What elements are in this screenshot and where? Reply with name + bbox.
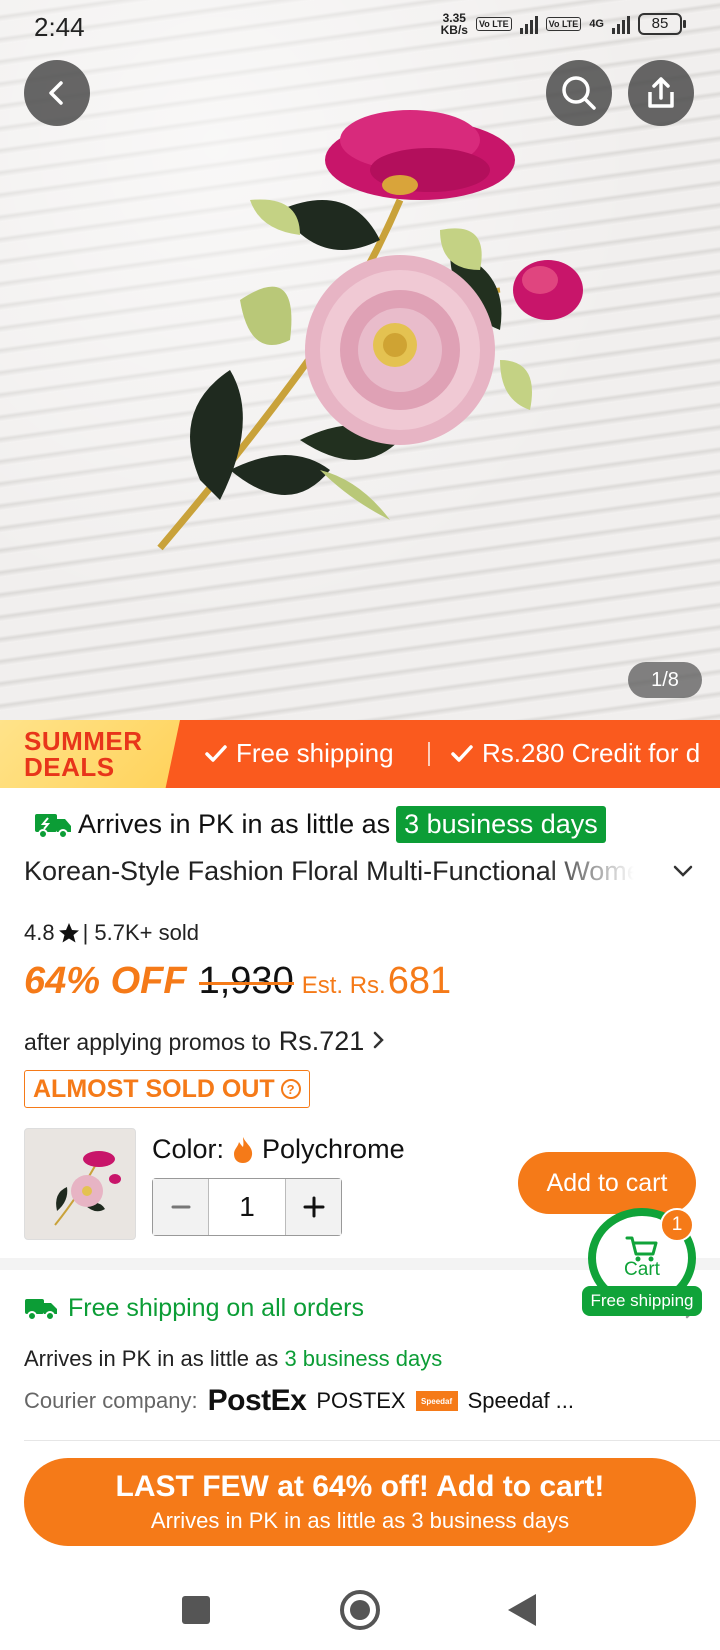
cart-count-badge: 1 bbox=[660, 1208, 694, 1242]
network-speed: 3.35 KB/s bbox=[440, 11, 468, 37]
battery-icon: 85 bbox=[638, 13, 686, 35]
banner-free-shipping: Free shipping bbox=[204, 738, 394, 769]
original-price: 1,930 bbox=[198, 960, 294, 1002]
rating-row[interactable]: 4.8 | 5.7K+ sold bbox=[24, 920, 199, 946]
back-triangle-icon[interactable] bbox=[508, 1594, 536, 1626]
postex-logo: PostEx bbox=[207, 1384, 307, 1417]
floral-brooch-thumbnail bbox=[54, 1151, 121, 1226]
cart-free-shipping: Free shipping bbox=[582, 1286, 702, 1316]
promo-banner[interactable]: SUMMER DEALS Free shipping Rs.280 Credit … bbox=[0, 720, 720, 788]
est-label: Est. Rs. bbox=[301, 972, 386, 999]
check-icon bbox=[451, 744, 473, 762]
banner-credit: Rs.280 Credit for d bbox=[450, 738, 700, 769]
variant-thumbnail[interactable] bbox=[24, 1128, 136, 1240]
delivery-truck-icon bbox=[35, 813, 71, 839]
chevron-down-icon[interactable] bbox=[670, 858, 696, 884]
arrival-days-badge: 3 business days bbox=[396, 806, 606, 843]
postex-name: POSTEX bbox=[316, 1388, 406, 1413]
increase-button[interactable] bbox=[286, 1179, 341, 1235]
volte-icon: Vo LTE bbox=[475, 17, 512, 31]
courier-row: Courier company: PostEx POSTEX Speedaf S… bbox=[24, 1384, 575, 1417]
product-image[interactable]: 2:44 3.35 KB/s Vo LTE Vo LTE 4G 85 1/8 bbox=[0, 0, 720, 720]
speedaf-name: Speedaf ... bbox=[467, 1388, 575, 1413]
check-icon bbox=[205, 744, 227, 762]
discount-label: 64% OFF bbox=[24, 960, 187, 1002]
rating-value: 4.8 bbox=[24, 920, 55, 945]
product-title[interactable]: Korean-Style Fashion Floral Multi-Functi… bbox=[24, 856, 634, 887]
recents-icon[interactable] bbox=[182, 1596, 210, 1624]
status-bar: 2:44 3.35 KB/s Vo LTE Vo LTE 4G 85 bbox=[0, 0, 720, 52]
cart-label: Cart bbox=[624, 1259, 660, 1280]
search-button[interactable] bbox=[546, 60, 612, 126]
almost-sold-out-badge[interactable]: ALMOST SOLD OUT ? bbox=[24, 1070, 310, 1108]
share-button[interactable] bbox=[628, 60, 694, 126]
share-icon bbox=[648, 77, 674, 108]
star-icon bbox=[58, 923, 79, 943]
floating-cart-button[interactable]: Cart 1 Free shipping bbox=[582, 1208, 702, 1316]
quantity-value[interactable]: 1 bbox=[208, 1179, 286, 1235]
chevron-right-icon bbox=[374, 1031, 385, 1049]
promo-price-link[interactable]: after applying promos to Rs.721 bbox=[24, 1026, 386, 1057]
speedaf-logo: Speedaf bbox=[415, 1391, 458, 1411]
home-icon[interactable] bbox=[340, 1590, 380, 1630]
decrease-button[interactable] bbox=[153, 1179, 208, 1235]
est-price: 681 bbox=[387, 960, 452, 1002]
summer-deals-badge: SUMMER DEALS bbox=[0, 720, 180, 788]
delivery-truck-icon bbox=[25, 1298, 57, 1321]
chevron-left-icon bbox=[49, 81, 63, 105]
signal-icon-2 bbox=[612, 14, 630, 34]
shipping-header[interactable]: Free shipping on all orders bbox=[24, 1294, 364, 1323]
system-nav-bar bbox=[0, 1560, 720, 1650]
search-icon bbox=[562, 76, 596, 110]
plus-icon bbox=[303, 1196, 324, 1218]
floral-brooch-image bbox=[157, 110, 583, 551]
add-to-cart-button[interactable]: Add to cart bbox=[518, 1152, 696, 1214]
minus-icon bbox=[171, 1205, 190, 1209]
arrival-info: Arrives in PK in as little as 3 business… bbox=[34, 806, 606, 843]
shipping-arrival: Arrives in PK in as little as 3 business… bbox=[24, 1346, 443, 1371]
sold-count: | 5.7K+ sold bbox=[82, 920, 199, 945]
fire-icon bbox=[234, 1136, 253, 1163]
last-few-cta-button[interactable]: LAST FEW at 64% off! Add to cart! Arrive… bbox=[24, 1458, 696, 1546]
network-type: 4G bbox=[589, 18, 604, 30]
signal-icon bbox=[519, 14, 538, 34]
back-button[interactable] bbox=[24, 60, 90, 126]
color-value: Polychrome bbox=[262, 1134, 405, 1164]
product-page: 2:44 3.35 KB/s Vo LTE Vo LTE 4G 85 1/8 S… bbox=[0, 0, 720, 1650]
separator bbox=[24, 1440, 720, 1441]
price-row: 64% OFF 1,930 Est. Rs. 681 bbox=[24, 960, 451, 1003]
quantity-stepper: 1 bbox=[152, 1178, 342, 1236]
color-selector[interactable]: Color: Polychrome bbox=[152, 1134, 405, 1165]
promo-price: Rs.721 bbox=[278, 1026, 365, 1056]
help-icon: ? bbox=[280, 1079, 301, 1099]
volte-icon-2: Vo LTE bbox=[545, 17, 582, 31]
status-time: 2:44 bbox=[34, 12, 85, 42]
image-counter: 1/8 bbox=[628, 662, 702, 698]
